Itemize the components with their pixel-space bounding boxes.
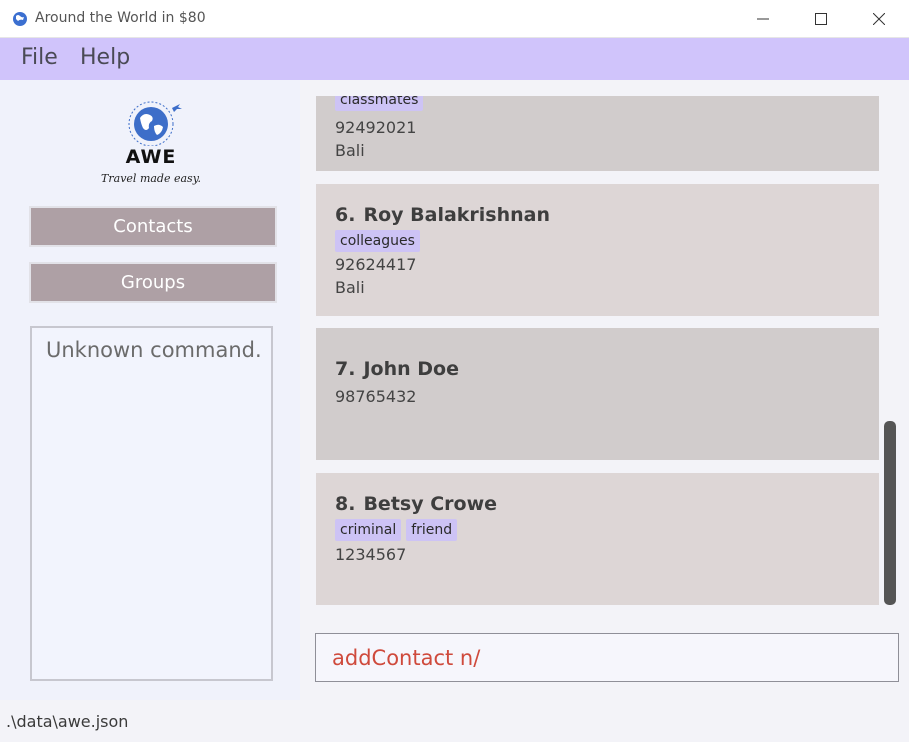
tag: friend bbox=[406, 519, 458, 541]
contact-name: 6. Roy Balakrishnan bbox=[335, 204, 550, 226]
contact-index: 8. bbox=[335, 493, 356, 515]
contact-list: classmates 92492021 Bali 6. Roy Balakrish… bbox=[316, 96, 880, 625]
status-bar: .\data\awe.json bbox=[0, 702, 909, 742]
contact-name: 7. John Doe bbox=[335, 358, 459, 380]
logo-tagline: Travel made easy. bbox=[101, 172, 201, 185]
close-icon bbox=[873, 13, 885, 25]
contact-card[interactable]: classmates 92492021 Bali bbox=[316, 96, 879, 171]
scrollbar-thumb[interactable] bbox=[884, 421, 896, 605]
tag-list: colleagues bbox=[335, 230, 420, 252]
contact-phone: 1234567 bbox=[335, 545, 407, 564]
tag: classmates bbox=[335, 96, 424, 111]
command-input[interactable] bbox=[316, 634, 898, 681]
contact-location: Bali bbox=[335, 141, 365, 160]
contact-name-text: Roy Balakrishnan bbox=[363, 204, 551, 226]
minimize-icon bbox=[757, 18, 769, 20]
contact-name-text: John Doe bbox=[363, 358, 459, 380]
contact-phone: 92624417 bbox=[335, 255, 417, 274]
minimize-button[interactable] bbox=[734, 0, 792, 38]
maximize-icon bbox=[815, 13, 827, 25]
contact-card[interactable]: 8. Betsy Crowe criminal friend 1234567 bbox=[316, 473, 879, 605]
contact-name-text: Betsy Crowe bbox=[363, 493, 498, 515]
title-bar: Around the World in $80 bbox=[0, 0, 909, 38]
globe-plane-icon bbox=[128, 101, 182, 146]
contacts-button[interactable]: Contacts bbox=[29, 206, 277, 247]
app-logo: AWE Travel made easy. bbox=[96, 98, 206, 190]
maximize-button[interactable] bbox=[792, 0, 850, 38]
tag: colleagues bbox=[335, 230, 420, 252]
logo-text: AWE bbox=[125, 146, 177, 168]
menu-help[interactable]: Help bbox=[80, 45, 130, 70]
contact-name: 8. Betsy Crowe bbox=[335, 493, 497, 515]
save-file-path: .\data\awe.json bbox=[6, 712, 129, 731]
left-pane: AWE Travel made easy. Contacts Groups Un… bbox=[0, 80, 300, 700]
window-title: Around the World in $80 bbox=[35, 10, 206, 26]
menu-bar: File Help bbox=[0, 38, 909, 80]
contact-location: Bali bbox=[335, 278, 365, 297]
close-button[interactable] bbox=[850, 0, 908, 38]
groups-button[interactable]: Groups bbox=[29, 262, 277, 303]
contact-card[interactable]: 6. Roy Balakrishnan colleagues 92624417 B… bbox=[316, 184, 879, 316]
contact-phone: 92492021 bbox=[335, 118, 417, 137]
contact-phone: 98765432 bbox=[335, 387, 417, 406]
tag-list: criminal friend bbox=[335, 519, 458, 541]
result-display: Unknown command. bbox=[30, 326, 273, 681]
contact-index: 7. bbox=[335, 358, 356, 380]
contact-card[interactable]: 7. John Doe 98765432 bbox=[316, 328, 879, 460]
command-box bbox=[315, 633, 899, 682]
menu-file[interactable]: File bbox=[21, 45, 58, 70]
contact-index: 6. bbox=[335, 204, 356, 226]
tag: criminal bbox=[335, 519, 402, 541]
globe-icon bbox=[13, 12, 27, 26]
result-message: Unknown command. bbox=[46, 338, 262, 362]
tag-list: classmates bbox=[335, 96, 424, 111]
contact-list-pane: classmates 92492021 Bali 6. Roy Balakrish… bbox=[300, 80, 909, 625]
